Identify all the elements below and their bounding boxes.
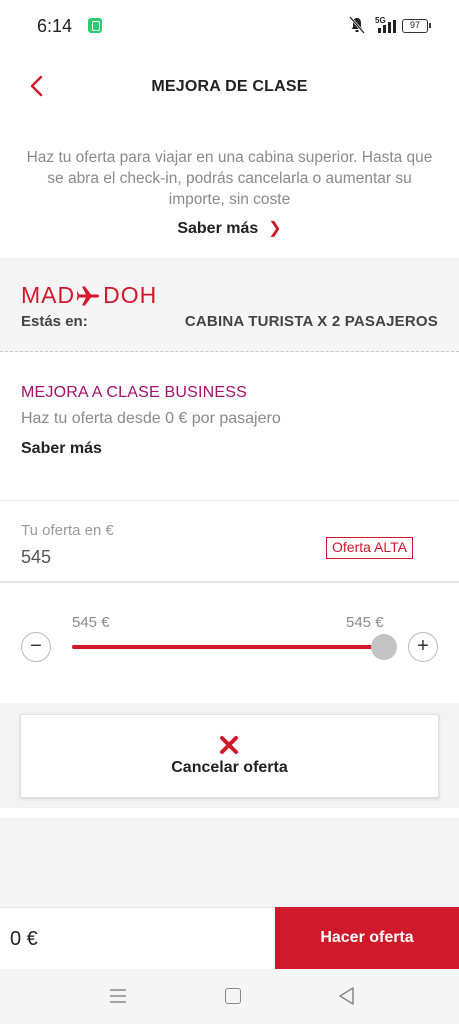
upgrade-title: MEJORA A CLASE BUSINESS (21, 384, 248, 401)
route-origin: MAD (21, 282, 76, 308)
menu-icon[interactable] (109, 988, 127, 1004)
offer-slider-fill (72, 645, 384, 649)
slider-min-label: 545 € (72, 614, 110, 631)
status-time: 6:14 (37, 16, 73, 36)
decrease-button[interactable]: − (21, 632, 51, 662)
app-notification-icon (88, 18, 102, 33)
offer-label: Tu oferta en € (21, 522, 114, 539)
battery-icon: 97 (402, 19, 431, 33)
upgrade-description: Haz tu oferta desde 0 € por pasajero (21, 410, 281, 427)
route-destination: DOH (103, 282, 158, 308)
offer-level-badge: Oferta ALTA (326, 537, 413, 559)
cancel-offer-label: Cancelar oferta (171, 759, 288, 776)
offer-slider-track[interactable] (72, 645, 384, 649)
learn-more-link[interactable]: Saber más ❯ (0, 218, 459, 238)
upgrade-learn-more-link[interactable]: Saber más (21, 440, 102, 458)
mute-bell-icon (349, 16, 365, 34)
learn-more-label: Saber más (177, 220, 259, 237)
intro-text: Haz tu oferta para viajar en una cabina … (26, 149, 433, 208)
divider (0, 500, 459, 501)
offer-slider-thumb[interactable] (371, 634, 397, 660)
page-title: MEJORA DE CLASE (151, 78, 308, 95)
home-icon[interactable] (225, 988, 241, 1004)
chevron-right-icon: ❯ (268, 220, 282, 237)
nav-back-icon[interactable] (338, 986, 356, 1006)
cancel-offer-button[interactable] (20, 714, 439, 798)
offer-amount-input[interactable] (21, 547, 301, 568)
signal-icon (378, 20, 396, 33)
make-offer-button[interactable]: Hacer oferta (275, 907, 459, 969)
spacer-area (0, 818, 459, 907)
total-amount: 0 € (10, 928, 38, 950)
route: MAD DOH (21, 282, 157, 309)
increase-button[interactable]: + (408, 632, 438, 662)
input-underline (0, 581, 459, 583)
slider-max-label: 545 € (346, 614, 384, 631)
current-cabin-label: Estás en: (21, 313, 88, 330)
current-cabin-value: CABINA TURISTA X 2 PASAJEROS (184, 313, 438, 330)
plane-icon (77, 286, 100, 305)
close-icon (220, 736, 238, 754)
